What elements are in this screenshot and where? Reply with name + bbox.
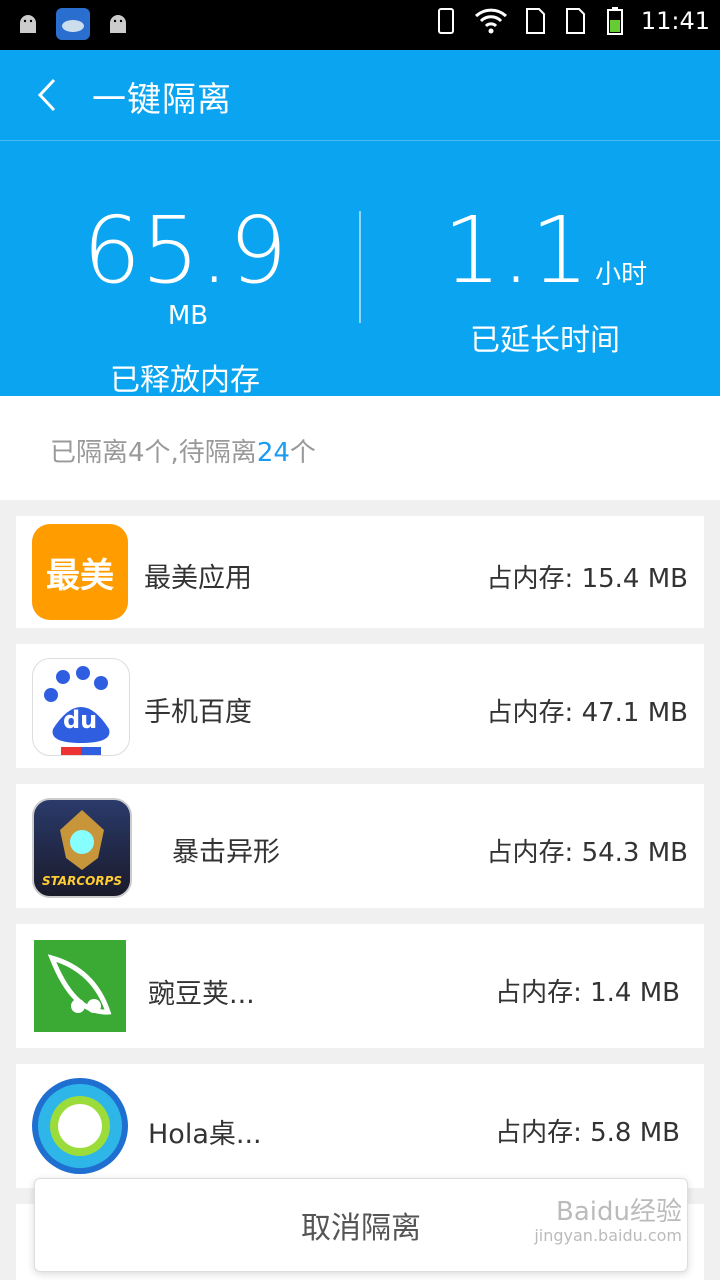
list-item[interactable]: 豌豆荚... 占内存: 1.4 MB: [16, 924, 704, 1048]
sim2-icon: [561, 6, 589, 36]
app-memory: 占内存: 1.4 MB: [495, 978, 680, 1008]
game-icon: STARCORPS: [32, 798, 132, 898]
memory-label: 已释放内存: [110, 363, 260, 398]
memory-unit: MB: [167, 301, 209, 331]
status-bar: 11:41: [0, 0, 720, 50]
time-unit: 小时: [595, 260, 648, 290]
baidu-icon: du: [32, 658, 130, 756]
watermark: Baidu经验 jingyan.baidu.com: [534, 1197, 682, 1248]
baidu-icon-text: du: [63, 706, 98, 734]
app-memory: 占内存: 54.3 MB: [486, 838, 688, 868]
watermark-line2: jingyan.baidu.com: [534, 1226, 682, 1245]
time-value: 1.1: [442, 197, 590, 304]
app-name: 暴击异形: [172, 837, 280, 868]
app-bar: 一键隔离: [0, 50, 720, 140]
app-name: 豌豆荚...: [148, 979, 255, 1010]
isolation-count-bar: 已隔离4个,待隔离24个: [0, 396, 720, 500]
list-item[interactable]: Hola桌... 占内存: 5.8 MB: [16, 1064, 704, 1188]
memory-stat: 65.9MB 已释放内存: [60, 201, 310, 399]
summary-panel: 65.9MB 已释放内存 1.1 小时 已延长时间: [0, 140, 720, 399]
app-list: 最美 最美应用 占内存: 15.4 MB du 手机百度 占内存: 47.1 M…: [16, 516, 704, 1204]
android-icon: [104, 9, 132, 39]
vibrate-icon: [433, 6, 461, 36]
wifi-icon: [473, 6, 509, 36]
stat-divider: [359, 211, 361, 323]
list-item[interactable]: STARCORPS 暴击异形 占内存: 54.3 MB: [16, 784, 704, 908]
time-label: 已延长时间: [470, 323, 620, 358]
isolation-count: 已隔离4个,待隔离24个: [50, 432, 316, 469]
list-item[interactable]: 最美 最美应用 占内存: 15.4 MB: [16, 516, 704, 628]
hola-icon: [32, 1078, 128, 1174]
app-memory: 占内存: 47.1 MB: [486, 698, 688, 728]
count-prefix: 已隔离4个,待隔离: [50, 438, 257, 468]
pending-count: 24: [256, 438, 290, 468]
app-name: 手机百度: [144, 697, 252, 728]
clock: 11:41: [640, 7, 710, 35]
page-title: 一键隔离: [92, 80, 232, 120]
count-suffix: 个: [289, 438, 316, 468]
list-item[interactable]: du 手机百度 占内存: 47.1 MB: [16, 644, 704, 768]
app-memory: 占内存: 15.4 MB: [486, 564, 688, 594]
back-arrow-icon[interactable]: [30, 72, 70, 118]
time-stat: 1.1 小时 已延长时间: [420, 201, 670, 359]
android-icon: [14, 9, 42, 39]
app-name: 最美应用: [144, 563, 252, 594]
game-icon-text: STARCORPS: [41, 874, 123, 888]
weather-icon: [56, 8, 90, 40]
battery-icon: [601, 6, 629, 36]
zuimei-icon: 最美: [32, 524, 128, 620]
wandoujia-icon: [34, 940, 126, 1032]
app-name: Hola桌...: [148, 1119, 262, 1150]
memory-value: 65.9: [82, 197, 288, 304]
watermark-line1: Baidu经验: [556, 1197, 682, 1227]
app-memory: 占内存: 5.8 MB: [495, 1118, 680, 1148]
sim1-icon: [521, 6, 549, 36]
zuimei-icon-text: 最美: [46, 555, 114, 596]
